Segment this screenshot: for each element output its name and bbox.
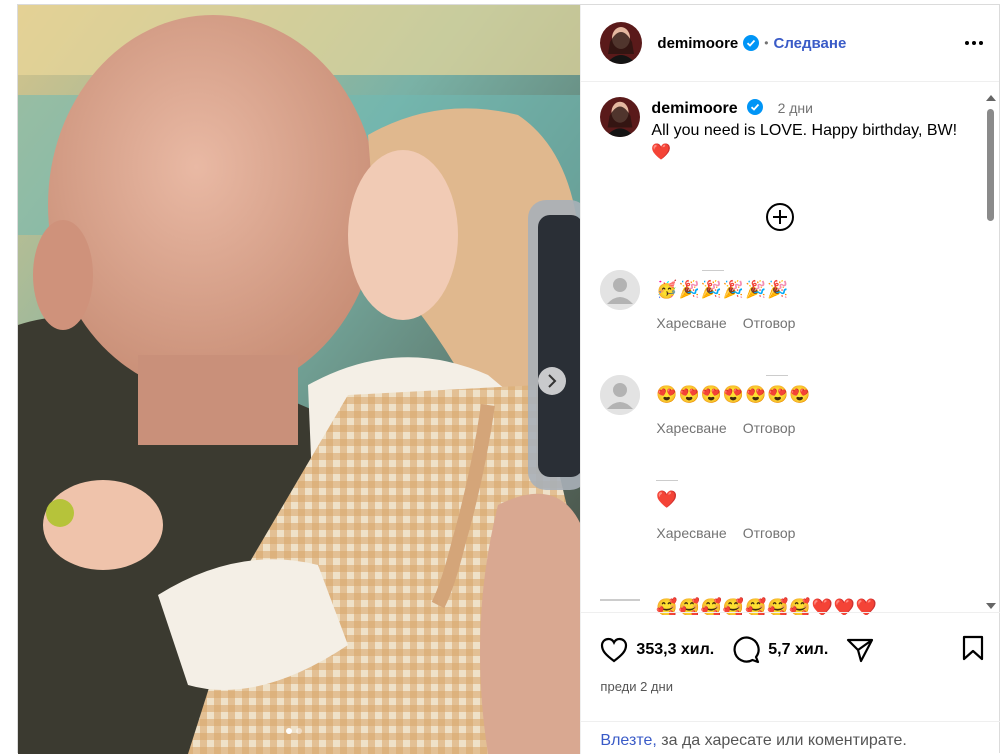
caption-time: 2 дни [777, 100, 813, 116]
carousel-indicator [286, 728, 302, 734]
comment-text: ❤️ [656, 490, 679, 509]
avatar[interactable] [600, 270, 641, 310]
comment-item: 🥳🎉🎉🎉🎉🎉 Харесване Отговор [600, 270, 795, 331]
follow-button[interactable]: Следване [773, 35, 846, 52]
scroll-up-arrow[interactable] [986, 95, 996, 101]
caption-text-block: demimoore 2 дни All you need is LOVE. Ha… [651, 97, 971, 164]
action-bar: 353,3 хил. 5,7 хил. [581, 613, 1000, 671]
post-media[interactable] [18, 5, 581, 754]
login-prompt-text: за да харесате или коментирате. [656, 732, 907, 749]
verified-badge-icon [747, 99, 764, 115]
comments-list[interactable]: demimoore 2 дни All you need is LOVE. Ha… [581, 85, 983, 615]
avatar[interactable] [600, 375, 641, 415]
post-photo [18, 5, 581, 754]
avatar[interactable] [600, 97, 641, 137]
add-comment-icon[interactable] [764, 201, 796, 233]
verified-badge-icon [743, 35, 760, 51]
comment-button[interactable]: 5,7 хил. [732, 636, 846, 664]
heart-icon [601, 637, 628, 663]
post-modal: demimoore • Следване demimoore 2 дни All… [17, 4, 1001, 755]
comment-icon [733, 636, 760, 664]
likes-count: 353,3 хил. [636, 641, 715, 658]
comment-text: 🥳🎉🎉🎉🎉🎉 [656, 280, 790, 299]
like-comment-button[interactable]: Харесване [656, 315, 726, 331]
like-comment-button[interactable]: Харесване [656, 420, 726, 436]
carousel-dot [286, 728, 292, 734]
post-side-panel: demimoore • Следване demimoore 2 дни All… [580, 5, 1001, 755]
login-prompt: Влезте, за да харесате или коментирате. [581, 721, 1001, 755]
avatar[interactable] [600, 22, 643, 64]
comment-item: ❤️ Харесване Отговор [600, 480, 795, 541]
next-photo-button[interactable] [538, 367, 566, 395]
scroll-down-arrow[interactable] [986, 603, 996, 609]
comments-count: 5,7 хил. [768, 641, 829, 658]
carousel-dot [296, 728, 302, 734]
reply-button[interactable]: Отговор [743, 525, 796, 541]
share-button[interactable] [846, 637, 874, 663]
post-timestamp: преди 2 дни [600, 679, 673, 694]
comment-item: 😍😍😍😍😍😍😍 Харесване Отговор [600, 375, 811, 436]
comments-scrollbar[interactable] [984, 91, 996, 613]
post-header: demimoore • Следване [581, 5, 999, 82]
comment-text: 😍😍😍😍😍😍😍 [656, 385, 812, 404]
caption-text: All you need is LOVE. Happy birthday, BW… [651, 122, 958, 161]
separator: • [764, 36, 769, 50]
post-author-username[interactable]: demimoore [657, 35, 738, 52]
login-link[interactable]: Влезте, [600, 732, 656, 749]
like-comment-button[interactable]: Харесване [656, 525, 726, 541]
like-button[interactable]: 353,3 хил. [600, 637, 732, 663]
more-options-icon[interactable] [965, 41, 983, 45]
caption-username[interactable]: demimoore [651, 100, 737, 117]
reply-button[interactable]: Отговор [743, 315, 796, 331]
post-caption: demimoore 2 дни All you need is LOVE. Ha… [581, 85, 983, 164]
reply-button[interactable]: Отговор [743, 420, 796, 436]
post-footer: 353,3 хил. 5,7 хил. преди 2 дни Влезте, … [581, 612, 1001, 755]
bookmark-icon[interactable] [962, 635, 984, 666]
share-icon [847, 638, 874, 663]
scroll-thumb[interactable] [987, 109, 994, 221]
chevron-right-icon [548, 374, 557, 388]
